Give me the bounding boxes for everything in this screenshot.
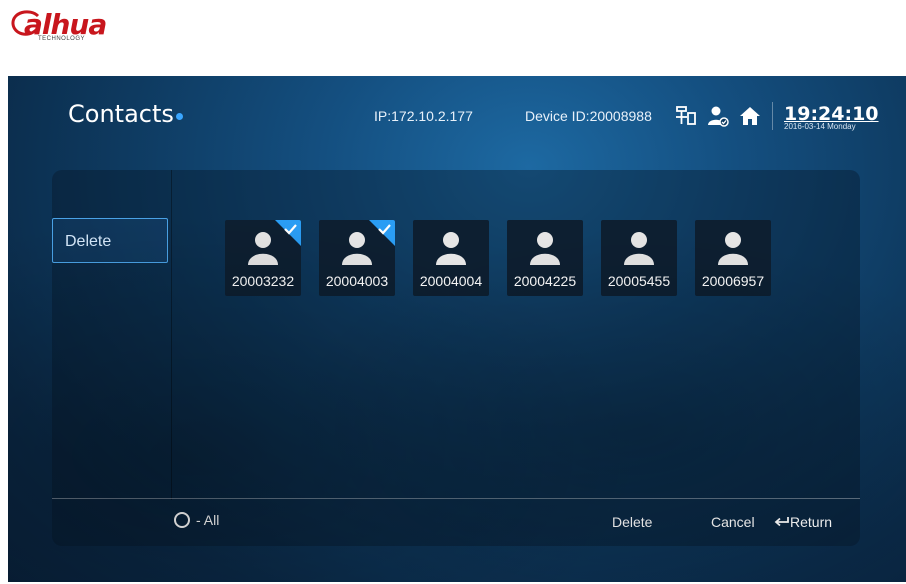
page-title-text: Contacts xyxy=(68,100,174,128)
contact-number: 20004003 xyxy=(325,273,389,289)
return-arrow-icon xyxy=(774,517,789,527)
person-icon xyxy=(530,232,560,265)
selected-check-icon xyxy=(275,220,301,246)
person-icon xyxy=(436,232,466,265)
contact-number: 20004004 xyxy=(419,273,483,289)
contact-tile[interactable]: 20006957 xyxy=(695,220,771,296)
contact-tile[interactable]: 20004225 xyxy=(507,220,583,296)
contact-number: 20005455 xyxy=(607,273,671,289)
delete-button[interactable]: Delete xyxy=(612,514,652,530)
person-icon xyxy=(718,232,748,265)
select-all-label: - All xyxy=(196,512,220,528)
contact-number: 20006957 xyxy=(701,273,765,289)
contact-tile[interactable]: 20004004 xyxy=(413,220,489,296)
contact-tile[interactable]: 20004003 xyxy=(319,220,395,296)
person-icon xyxy=(624,232,654,265)
contact-tile[interactable]: 20003232 xyxy=(225,220,301,296)
network-icon[interactable] xyxy=(674,104,698,128)
device-id: Device ID:20008988 xyxy=(525,108,652,124)
contact-number: 20003232 xyxy=(231,273,295,289)
return-button[interactable]: Return xyxy=(774,514,832,530)
selected-check-icon xyxy=(369,220,395,246)
sidebar-delete-button[interactable]: Delete xyxy=(52,218,168,263)
user-status-icon[interactable] xyxy=(706,104,730,128)
footer-divider xyxy=(52,498,860,499)
contact-tile[interactable]: 20005455 xyxy=(601,220,677,296)
return-label: Return xyxy=(790,514,833,530)
contacts-panel: Delete 20003232 20004003 20004004 200042… xyxy=(52,170,860,546)
dahua-logo: alhua TECHNOLOGY xyxy=(10,6,130,46)
panel-separator xyxy=(171,170,172,500)
title-dot xyxy=(175,113,183,120)
contact-number: 20004225 xyxy=(513,273,577,289)
clock-date: 2016-03-14 Monday xyxy=(784,122,856,131)
cancel-button[interactable]: Cancel xyxy=(711,514,755,530)
home-icon[interactable] xyxy=(738,104,762,128)
page-title: Contacts xyxy=(68,100,183,128)
device-screen: Contacts IP:172.10.2.177 Device ID:20008… xyxy=(8,76,906,582)
ip-address: IP:172.10.2.177 xyxy=(374,108,473,124)
logo-tagline: TECHNOLOGY xyxy=(38,36,86,42)
header-divider xyxy=(772,102,773,130)
select-all-radio[interactable] xyxy=(174,512,190,528)
